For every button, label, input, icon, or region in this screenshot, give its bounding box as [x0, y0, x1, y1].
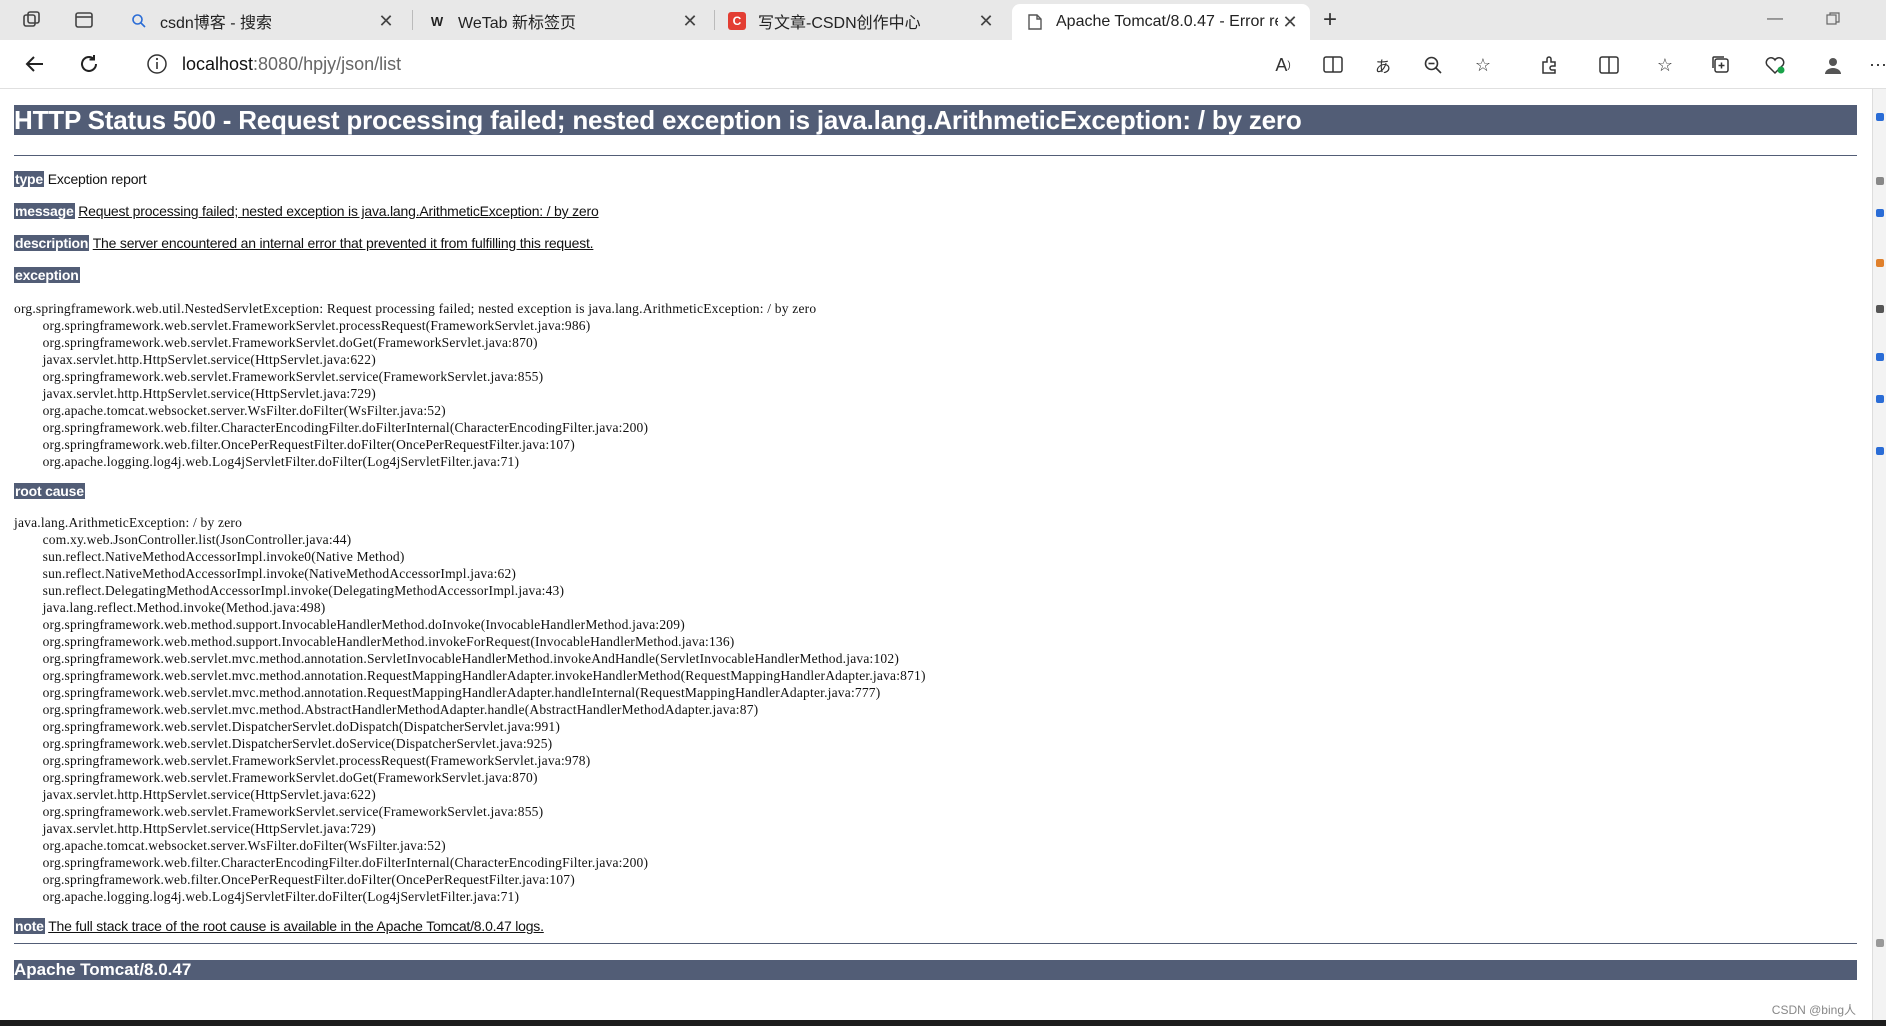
exception-label: exception	[14, 267, 80, 283]
tomcat-error-page: HTTP Status 500 - Request processing fai…	[14, 89, 1857, 980]
description-value: The server encountered an internal error…	[92, 235, 594, 251]
refresh-icon[interactable]	[74, 50, 104, 78]
message-value: Request processing failed; nested except…	[78, 203, 599, 219]
exception-row: exception	[14, 266, 1857, 284]
collections-icon[interactable]	[1708, 52, 1734, 78]
note-label: note	[14, 918, 45, 934]
tab-title: Apache Tomcat/8.0.47 - Error rep	[1056, 13, 1278, 30]
search-icon	[130, 12, 148, 30]
tab-separator	[412, 10, 413, 30]
tab-csdn-search[interactable]: csdn博客 - 搜索 ✕	[116, 4, 406, 38]
url-path: :8080/hpjy/json/list	[253, 53, 402, 74]
message-label: message	[14, 203, 75, 219]
translate-icon[interactable]: あ	[1370, 52, 1396, 78]
sidebar-item-icon[interactable]	[1876, 447, 1884, 455]
type-row: type Exception report	[14, 170, 1857, 188]
tab-title: WeTab 新标签页	[458, 15, 576, 32]
close-icon[interactable]: ✕	[1278, 12, 1302, 33]
site-info-icon[interactable]	[146, 53, 168, 75]
profile-avatar-icon[interactable]	[1820, 52, 1846, 78]
message-row: message Request processing failed; neste…	[14, 202, 1857, 220]
browser-sidebar	[1872, 89, 1886, 1020]
favorites-icon[interactable]: ☆	[1652, 52, 1678, 78]
sidebar-item-icon[interactable]	[1876, 259, 1884, 267]
address-bar[interactable]: localhost:8080/hpjy/json/list	[128, 44, 1254, 84]
url-text: localhost:8080/hpjy/json/list	[182, 54, 401, 75]
divider	[14, 155, 1857, 156]
back-icon[interactable]	[20, 50, 50, 78]
read-aloud-icon[interactable]: A)	[1270, 52, 1296, 78]
page-icon	[1026, 13, 1044, 31]
workspaces-icon[interactable]	[20, 8, 44, 32]
note-value: The full stack trace of the root cause i…	[48, 918, 544, 934]
split-screen-icon[interactable]	[1596, 52, 1622, 78]
page-viewport: HTTP Status 500 - Request processing fai…	[0, 89, 1872, 1020]
divider	[14, 943, 1857, 944]
sidebar-item-icon[interactable]	[1876, 209, 1884, 217]
sidebar-item-icon[interactable]	[1876, 353, 1884, 361]
minimize-icon[interactable]: —	[1760, 6, 1790, 32]
server-footer: Apache Tomcat/8.0.47	[14, 960, 1857, 980]
root-cause-stack-trace: java.lang.ArithmeticException: / by zero…	[14, 515, 926, 904]
type-label: type	[14, 171, 44, 187]
immersive-reader-icon[interactable]	[1320, 52, 1346, 78]
more-options-icon[interactable]: ⋯	[1869, 52, 1886, 78]
tab-bar: csdn博客 - 搜索 ✕ W WeTab 新标签页 ✕ C 写文章-CSDN创…	[0, 0, 1886, 40]
tab-tomcat-error[interactable]: Apache Tomcat/8.0.47 - Error rep ✕	[1012, 4, 1310, 40]
sidebar-search-icon[interactable]	[1876, 113, 1884, 121]
sidebar-item-icon[interactable]	[1876, 395, 1884, 403]
sidebar-item-icon[interactable]	[1876, 305, 1884, 313]
performance-heart-icon[interactable]	[1762, 52, 1788, 78]
root-cause-label: root cause	[14, 483, 85, 499]
sidebar-item-icon[interactable]	[1876, 177, 1884, 185]
tab-title: csdn博客 - 搜索	[160, 15, 273, 32]
close-icon[interactable]: ✕	[974, 11, 998, 32]
page-title: HTTP Status 500 - Request processing fai…	[14, 105, 1857, 135]
type-value: Exception report	[47, 171, 147, 187]
restore-icon[interactable]	[1818, 6, 1848, 32]
extensions-icon[interactable]	[1536, 52, 1562, 78]
csdn-icon: C	[728, 12, 746, 30]
tab-title: 写文章-CSDN创作中心	[758, 15, 921, 32]
close-icon[interactable]: ✕	[678, 11, 702, 32]
watermark: CSDN @bing人	[1771, 1003, 1856, 1017]
description-row: description The server encountered an in…	[14, 234, 1857, 252]
navigation-bar: localhost:8080/hpjy/json/list A) あ ☆ ☆ ⋯	[0, 40, 1886, 89]
root-cause-row: root cause	[14, 482, 1857, 500]
description-label: description	[14, 235, 90, 251]
tab-csdn-write[interactable]: C 写文章-CSDN创作中心 ✕	[714, 4, 1006, 38]
taskbar-edge	[0, 1020, 1886, 1026]
wetab-icon: W	[430, 13, 444, 29]
new-tab-icon[interactable]: +	[1318, 6, 1342, 33]
favorite-star-icon[interactable]: ☆	[1470, 52, 1496, 78]
zoom-out-icon[interactable]	[1420, 52, 1446, 78]
close-icon[interactable]: ✕	[374, 11, 398, 32]
url-host: localhost	[182, 53, 254, 74]
tab-wetab[interactable]: W WeTab 新标签页 ✕	[414, 4, 710, 38]
sidebar-settings-icon[interactable]	[1876, 939, 1884, 947]
tab-actions-icon[interactable]	[72, 8, 96, 32]
exception-stack-trace: org.springframework.web.util.NestedServl…	[14, 301, 817, 469]
note-row: note The full stack trace of the root ca…	[14, 917, 1857, 935]
